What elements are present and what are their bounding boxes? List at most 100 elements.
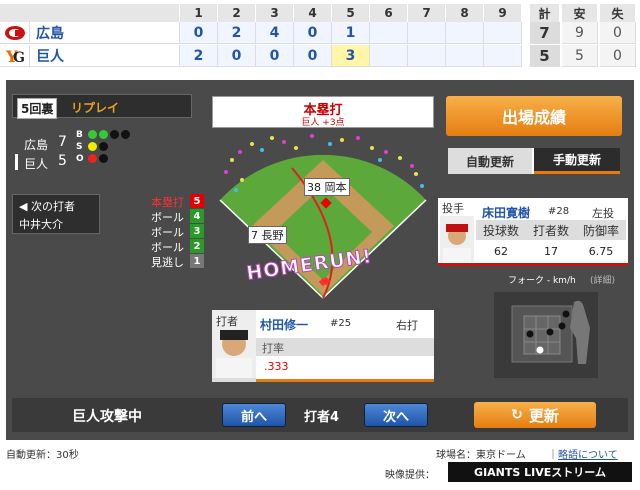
update-toggle: 自動更新 手動更新 — [446, 146, 622, 176]
batter-card: 打者 村田修一 #25 右打 打率 .333 — [212, 310, 434, 382]
inning-bar: 5回裏 リプレイ — [12, 94, 192, 119]
ball-light — [110, 130, 119, 139]
total-header: 計 — [530, 4, 560, 22]
pitcher-role: 投手 — [442, 202, 464, 215]
pitcher-photo — [440, 216, 474, 262]
scoreboard: 123456789 計 安 失 広島 YG 巨人 0220400013 7 9 … — [0, 0, 640, 70]
inning-score — [370, 45, 408, 67]
pitcher-stat-value: 17 — [544, 244, 558, 258]
errors-header: 失 — [600, 4, 636, 22]
svg-text:G: G — [13, 50, 25, 65]
pitch-location-panel — [494, 292, 598, 378]
pitch-result-label: ボール — [151, 241, 184, 254]
scoreboard-header-blank — [0, 4, 180, 22]
inning-score — [446, 22, 484, 44]
ball-light — [121, 130, 130, 139]
carp-logo-icon — [0, 22, 30, 44]
pitch-dot — [562, 310, 570, 318]
team-total: 5 — [530, 45, 560, 67]
play-subtitle: 巨人 +3点 — [301, 118, 345, 128]
separator: ｜ — [548, 450, 558, 461]
stats-button[interactable]: 出場成績 — [446, 96, 622, 136]
batter-number: #25 — [330, 318, 352, 329]
pitch-count-badge: 5 — [190, 194, 204, 208]
team-name-giants[interactable]: 巨人 — [30, 45, 180, 67]
pitch-count-badge: 3 — [190, 224, 204, 238]
pitch-count-badge: 1 — [190, 254, 204, 268]
bso-s-label: S — [76, 142, 83, 152]
score-value-2: 5 — [58, 153, 67, 169]
abbreviation-link[interactable]: 略語について — [558, 446, 618, 461]
pitch-result-label: ボール — [151, 211, 184, 224]
pitch-result-label: 見逃し — [151, 256, 184, 269]
inning-header: 8 — [446, 4, 484, 22]
refresh-icon: ↻ — [511, 407, 523, 423]
team-hits: 9 — [562, 22, 598, 44]
pitch-dot — [536, 346, 544, 354]
pitcher-card: 投手 床田寛樹 #28 左投 投球数 62 打者数 17 防御率 6.75 — [438, 198, 628, 266]
inning-label: 5回裏 — [17, 98, 58, 119]
batter-avg: .333 — [264, 360, 289, 373]
pitcher-stat-header: 投球数 — [476, 220, 526, 240]
manual-update-tab[interactable]: 手動更新 — [534, 148, 620, 174]
team-errors: 0 — [600, 22, 636, 44]
team-total: 7 — [530, 22, 560, 44]
inning-score — [370, 22, 408, 44]
inning-score: 1 — [332, 22, 370, 44]
bso-o-label: O — [76, 154, 84, 164]
strike-light — [99, 142, 108, 151]
batter-stat-header: 打率 — [256, 338, 434, 356]
prev-button[interactable]: 前へ — [222, 403, 286, 427]
pitcher-name[interactable]: 床田寛樹 — [482, 204, 530, 221]
auto-update-tab[interactable]: 自動更新 — [448, 148, 532, 174]
inning-header: 2 — [218, 4, 256, 22]
inning-header: 5 — [332, 4, 370, 22]
inning-score — [484, 45, 522, 67]
next-batter-box[interactable]: ◀ 次の打者 中井大介 — [12, 194, 100, 234]
fielder-label-okamoto: 38 岡本 — [304, 178, 350, 196]
inning-score — [408, 45, 446, 67]
refresh-label: 更新 — [528, 406, 559, 425]
refresh-button[interactable]: ↻ 更新 — [474, 402, 596, 428]
pitch-sequence: 本塁打 5 ボール 4 ボール 3 ボール 2 見逃し 1 — [130, 194, 204, 274]
replay-link[interactable]: リプレイ — [71, 99, 119, 116]
pitch-result-label: ボール — [151, 226, 184, 239]
team-errors: 0 — [600, 45, 636, 67]
pitcher-hand: 左投 — [592, 207, 614, 220]
pitch-type-speed: フォーク - km/h — [508, 276, 576, 286]
live-panel: 5回裏 リプレイ 広島 7 巨人 5 B S O ◀ 次の打者 中井大介 本塁打… — [6, 80, 634, 440]
bottom-bar: 巨人攻撃中 前へ 打者4 次へ ↻ 更新 — [12, 398, 628, 432]
inning-score — [446, 45, 484, 67]
inning-header: 4 — [294, 4, 332, 22]
pitch-dot — [546, 328, 554, 336]
pitch-result-label: 本塁打 — [151, 196, 184, 209]
ball-light — [99, 130, 108, 139]
score-value-1: 7 — [58, 134, 67, 150]
bso-lights — [88, 130, 138, 170]
pitch-dot — [558, 322, 566, 330]
inning-header: 3 — [256, 4, 294, 22]
next-batter-label: ◀ 次の打者 — [19, 200, 75, 213]
stadium-name: 球場名：東京ドーム — [436, 450, 526, 461]
next-batter-name[interactable]: 中井大介 — [19, 216, 63, 232]
giants-live-logo[interactable]: GIANTS LIVEストリーム — [448, 462, 632, 482]
pitcher-stat-value: 62 — [494, 244, 508, 258]
fielder-label-chono: 7 長野 — [248, 226, 287, 244]
strike-light — [88, 142, 97, 151]
pitch-detail-link[interactable]: (詳細) — [590, 273, 615, 286]
pitcher-stat-value: 6.75 — [588, 244, 614, 258]
inning-score: 0 — [180, 22, 218, 44]
pitcher-stat-header: 打者数 — [526, 220, 576, 240]
team-name-hiroshima[interactable]: 広島 — [30, 22, 180, 44]
batter-name[interactable]: 村田修一 — [260, 316, 308, 333]
pitcher-number: #28 — [548, 206, 570, 217]
inning-header: 9 — [484, 4, 522, 22]
field-diagram — [219, 134, 427, 299]
next-button[interactable]: 次へ — [364, 403, 428, 427]
batter-role: 打者 — [216, 315, 238, 328]
inning-score: 0 — [294, 22, 332, 44]
inning-score: 0 — [294, 45, 332, 67]
bso-b-label: B — [76, 130, 83, 140]
batting-indicator — [15, 154, 18, 170]
inning-score: 0 — [256, 45, 294, 67]
